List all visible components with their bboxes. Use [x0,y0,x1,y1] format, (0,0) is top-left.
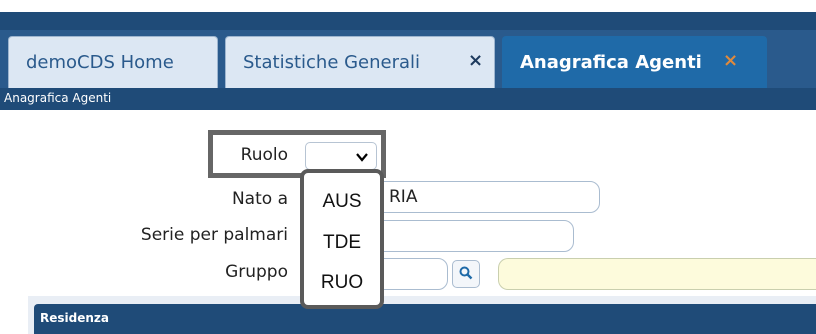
chevron-down-icon [356,148,368,166]
page-header-bar: Anagrafica Agenti [0,88,816,110]
tab-anagrafica-agenti[interactable]: Anagrafica Agenti × [502,36,767,88]
ruolo-option-aus[interactable]: AUS [304,191,380,213]
ruolo-select[interactable] [305,142,377,170]
ruolo-option-tde[interactable]: TDE [304,232,380,254]
window-top-strip [0,0,816,12]
residenza-section-header[interactable]: Residenza [34,304,816,334]
ruolo-dropdown-list: AUS TDE RUO [300,169,384,309]
page-title: Anagrafica Agenti [4,91,112,105]
section-title: Residenza [40,311,109,325]
search-icon [459,265,473,284]
nato-a-value: RIA [389,187,418,207]
nato-a-label: Nato a [231,189,288,209]
ruolo-label: Ruolo [240,145,288,165]
tab-label: demoCDS Home [26,52,174,73]
tab-bar-top [0,12,816,30]
tab-statistiche-generali[interactable]: Statistiche Generali × [225,36,495,88]
gruppo-description-field[interactable] [498,258,816,290]
tab-label: Statistiche Generali [243,52,421,73]
tab-democds-home[interactable]: demoCDS Home [8,36,218,88]
serie-palmari-label: Serie per palmari [140,225,288,245]
gruppo-label: Gruppo [225,262,288,282]
ruolo-option-ruo[interactable]: RUO [304,272,380,294]
close-icon[interactable]: × [468,50,483,71]
gruppo-lookup-button[interactable] [452,260,480,288]
tab-label: Anagrafica Agenti [520,52,702,73]
tab-bar: demoCDS Home Statistiche Generali × Anag… [0,12,816,88]
close-icon[interactable]: × [723,50,738,71]
